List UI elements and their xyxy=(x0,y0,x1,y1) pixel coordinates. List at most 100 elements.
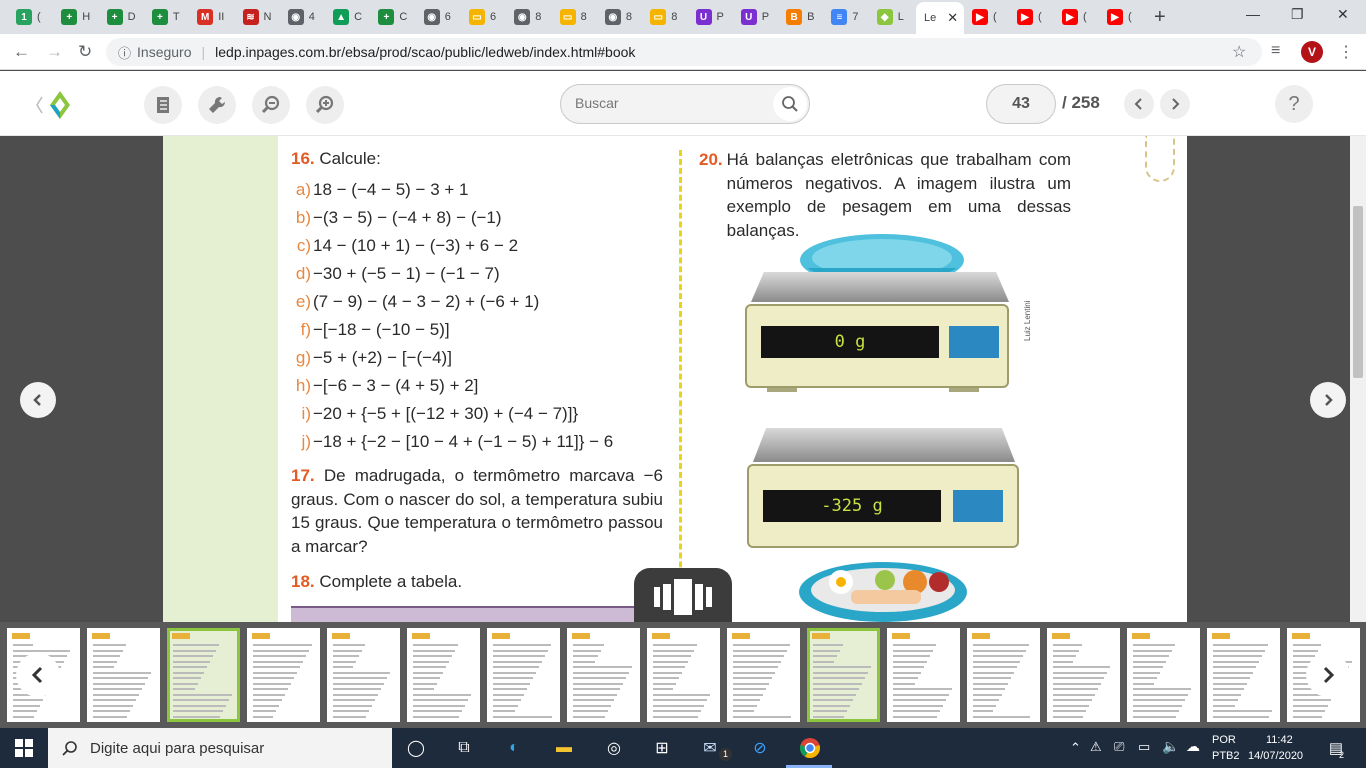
browser-tab[interactable]: ▭ 6 xyxy=(463,4,496,30)
browser-tab[interactable]: UP xyxy=(735,4,769,30)
thumbnails-next-chevron-icon[interactable] xyxy=(1306,653,1350,697)
forward-arrow-icon[interactable]: → xyxy=(46,42,63,62)
tab-label: 8 xyxy=(625,11,633,23)
menu-dots-icon[interactable]: ⋮ xyxy=(1338,42,1354,62)
browser-tab[interactable]: ≋ N xyxy=(237,4,271,30)
browser-tab[interactable]: ◉ 4 xyxy=(282,4,315,30)
page-thumbnail[interactable] xyxy=(887,628,960,722)
browser-tab[interactable]: ▶( xyxy=(1011,4,1042,30)
page-thumbnail[interactable] xyxy=(87,628,160,722)
notifications-icon[interactable]: ▤ xyxy=(1324,736,1348,760)
cortana-circle-icon[interactable]: ◯ xyxy=(404,736,428,760)
page-view-toggle-icon[interactable] xyxy=(634,568,732,622)
tray-network-icon[interactable]: ⎚ xyxy=(1114,739,1124,755)
edge-browser-icon[interactable]: ◐ xyxy=(502,736,526,760)
page-thumbnail[interactable] xyxy=(247,628,320,722)
browser-tab[interactable]: ◉ 6 xyxy=(418,4,451,30)
scrollbar-thumb[interactable] xyxy=(1353,206,1363,378)
browser-tab[interactable]: + H xyxy=(55,4,90,30)
tray-battery-icon[interactable]: ▭ xyxy=(1138,739,1150,755)
browser-tab[interactable]: + T xyxy=(146,4,180,30)
thumbnail-line xyxy=(253,682,291,685)
page-thumbnail[interactable] xyxy=(727,628,800,722)
page-thumbnail[interactable] xyxy=(1207,628,1280,722)
browser-tab-strip: Le ✕ + — ❐ ✕ 1( + H + D + T M II ≋ N ◉ 4 ▲ C + C ◉ 6 ▭ 6 ◉ 8 ▭ 8… xyxy=(0,0,1366,34)
close-window-icon[interactable]: ✕ xyxy=(1337,6,1349,23)
safari-compass-icon[interactable]: ⊘ xyxy=(748,736,772,760)
thumbnail-line xyxy=(973,649,1026,652)
next-page-chevron-icon[interactable] xyxy=(1160,89,1190,119)
previous-page-chevron-icon[interactable] xyxy=(1124,89,1154,119)
tray-volume-icon[interactable]: 🔈 xyxy=(1162,738,1179,755)
tray-cloud-icon[interactable]: ☁ xyxy=(1186,738,1200,755)
bookmark-ribbon-icon[interactable] xyxy=(1145,136,1175,182)
page-thumbnail[interactable] xyxy=(567,628,640,722)
help-button[interactable]: ? xyxy=(1275,85,1313,123)
tray-up-chevron-icon[interactable]: ⌃ xyxy=(1070,740,1081,756)
clock-date[interactable]: 14/07/2020 xyxy=(1248,750,1303,762)
page-scrollbar[interactable] xyxy=(1350,136,1366,622)
reader-logo-icon[interactable] xyxy=(34,89,74,121)
search-icon[interactable] xyxy=(773,87,807,121)
obs-studio-icon[interactable]: ◎ xyxy=(602,736,626,760)
profile-avatar[interactable]: V xyxy=(1301,41,1323,63)
chrome-icon[interactable] xyxy=(798,736,822,760)
left-column: 16. Calcule: a) 18 − (−4 − 5) − 3 + 1 b) −(… xyxy=(291,148,663,592)
close-tab-icon[interactable]: ✕ xyxy=(947,10,958,26)
info-icon[interactable]: ⓘ xyxy=(118,43,131,62)
page-thumbnail[interactable] xyxy=(647,628,720,722)
browser-tab[interactable]: + D xyxy=(101,4,136,30)
browser-tab[interactable]: ≡ 7 xyxy=(825,4,859,30)
total-pages: / 258 xyxy=(1062,93,1100,112)
file-explorer-icon[interactable]: ▬ xyxy=(552,736,576,760)
browser-tab[interactable]: UP xyxy=(690,4,724,30)
browser-tab[interactable]: ▶( xyxy=(1101,4,1132,30)
browser-tab[interactable]: ▭ 8 xyxy=(554,4,587,30)
windows-start-icon[interactable] xyxy=(12,736,36,760)
browser-tab[interactable]: BB xyxy=(780,4,814,30)
page-thumbnail[interactable] xyxy=(1047,628,1120,722)
bookmark-star-icon[interactable]: ☆ xyxy=(1232,42,1246,62)
page-thumbnail[interactable] xyxy=(807,628,880,722)
keyboard-language[interactable]: POR xyxy=(1212,734,1236,746)
page-thumbnail[interactable] xyxy=(327,628,400,722)
task-view-icon[interactable]: ⧉ xyxy=(452,736,476,760)
browser-tab-active[interactable]: Le ✕ xyxy=(916,2,964,34)
new-tab-button[interactable]: + xyxy=(1154,6,1166,29)
book-search-input[interactable] xyxy=(575,95,765,111)
browser-tab[interactable]: ▶( xyxy=(966,4,997,30)
zoom-out-icon[interactable] xyxy=(252,86,290,124)
restore-window-icon[interactable]: ❐ xyxy=(1291,6,1304,23)
keyboard-layout[interactable]: PTB2 xyxy=(1212,750,1240,762)
clock-time[interactable]: 11:42 xyxy=(1266,734,1293,746)
previous-page-arrow-icon[interactable] xyxy=(20,382,56,418)
page-thumbnail[interactable] xyxy=(407,628,480,722)
next-page-arrow-icon[interactable] xyxy=(1310,382,1346,418)
page-thumbnail[interactable] xyxy=(967,628,1040,722)
back-arrow-icon[interactable]: ← xyxy=(13,42,30,62)
reading-list-icon[interactable]: ≡ xyxy=(1271,42,1280,60)
page-thumbnail[interactable] xyxy=(487,628,560,722)
reload-icon[interactable]: ↻ xyxy=(78,42,92,62)
browser-tab[interactable]: M II xyxy=(191,4,224,30)
browser-tab[interactable]: ▶( xyxy=(1056,4,1087,30)
wrench-tools-icon[interactable] xyxy=(198,86,236,124)
browser-tab[interactable]: ◉ 8 xyxy=(508,4,541,30)
browser-tab[interactable]: 1( xyxy=(10,4,41,30)
browser-tab[interactable]: ◉ 8 xyxy=(599,4,632,30)
browser-tab[interactable]: + C xyxy=(372,4,407,30)
microsoft-store-icon[interactable]: ⊞ xyxy=(650,736,674,760)
browser-tab[interactable]: ▭ 8 xyxy=(644,4,677,30)
thumbnails-previous-chevron-icon[interactable] xyxy=(16,653,60,697)
browser-tab[interactable]: ◆ L xyxy=(871,4,904,30)
minimize-window-icon[interactable]: — xyxy=(1246,6,1260,22)
page-thumbnail[interactable] xyxy=(1127,628,1200,722)
zoom-in-icon[interactable] xyxy=(306,86,344,124)
tray-warning-icon[interactable]: ⚠ xyxy=(1090,739,1102,755)
address-bar[interactable]: ⓘ Inseguro | ledp.inpages.com.br/ebsa/pr… xyxy=(106,38,1262,66)
taskbar-search[interactable]: Digite aqui para pesquisar xyxy=(48,728,392,768)
table-of-contents-icon[interactable] xyxy=(144,86,182,124)
page-thumbnail[interactable] xyxy=(167,628,240,722)
current-page-input[interactable]: 43 xyxy=(986,84,1056,124)
browser-tab[interactable]: ▲ C xyxy=(327,4,362,30)
